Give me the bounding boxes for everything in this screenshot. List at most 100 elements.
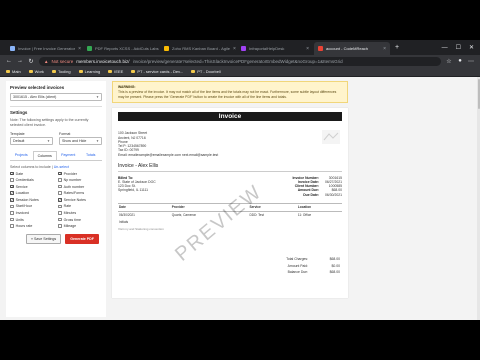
total-label: Total Charges:: [286, 257, 308, 262]
column-checkbox[interactable]: Np number: [58, 178, 102, 182]
checkbox-checked-icon[interactable]: ✓: [58, 171, 62, 176]
tab-payment[interactable]: Payment: [57, 151, 80, 160]
checkbox-empty-icon[interactable]: [10, 204, 14, 209]
checkbox-label: Rates/Forms: [63, 191, 85, 196]
column-checkbox[interactable]: ✓ Session Notes: [10, 198, 54, 202]
reload-icon[interactable]: ↻: [28, 58, 34, 65]
invoice-select[interactable]: 3001615 - Alex Ellis (client) ▼: [10, 93, 102, 101]
browser-tab[interactable]: InfraportalHelpDesk ×: [237, 42, 313, 55]
billed-to: Billed To: E. State of Jackson DOC 123 Do…: [118, 176, 156, 197]
settings-title: Settings: [10, 109, 28, 115]
column-checkbox[interactable]: Hours rate: [10, 224, 54, 228]
checkbox-label: Hours rate: [15, 224, 33, 229]
checkbox-checked-icon[interactable]: ✓: [10, 198, 14, 202]
tab-projects[interactable]: Projects: [10, 151, 33, 160]
new-tab-icon[interactable]: +: [394, 44, 400, 51]
star-icon[interactable]: ☆: [446, 58, 452, 65]
checkbox-checked-icon[interactable]: ✓: [10, 171, 14, 176]
tab-label: PDF Reports XCSS - AddCuts Labs: [95, 46, 159, 51]
minimize-icon[interactable]: —: [442, 45, 448, 51]
close-icon[interactable]: ×: [383, 46, 386, 52]
checkbox-empty-icon[interactable]: [58, 211, 62, 215]
save-settings-button[interactable]: « Save Settings: [26, 234, 62, 245]
unselect-link[interactable]: Un-select: [54, 165, 69, 169]
checkbox-empty-icon[interactable]: [10, 211, 14, 215]
checkbox-checked-icon[interactable]: ✓: [10, 184, 14, 189]
template-select[interactable]: Default ▼: [10, 136, 53, 145]
company-logo-icon: [322, 130, 340, 145]
invoice-meta: Invoice Number: 3001615 Invoice Date: 06/27…: [292, 176, 342, 197]
settings-tabs: Projects Columns Payment Totals: [10, 150, 103, 161]
profile-icon[interactable]: ●: [457, 58, 463, 64]
divider: [118, 171, 342, 172]
checkbox-label: Location: [15, 191, 30, 196]
bookmark-item[interactable]: Work: [28, 69, 44, 74]
url-host: members.invoicetouch.biz/: [76, 58, 130, 64]
line-items-body: 06/30/2021 Quartz, Cameron DDD: Test 11: Of…: [118, 211, 342, 225]
checkbox-empty-icon[interactable]: [58, 204, 62, 209]
checkbox-checked-icon[interactable]: ✓: [58, 198, 62, 202]
column-checkbox[interactable]: ✓ Service: [10, 185, 54, 189]
bookmark-item[interactable]: Learning: [78, 69, 100, 74]
checkbox-empty-icon[interactable]: [58, 224, 62, 229]
browser-tab[interactable]: Invoice | Free Invoice Generator ×: [6, 42, 82, 55]
table-row: 06/30/2021 Quartz, Cameron DDD: Test 11: Of…: [118, 211, 342, 218]
checkbox-checked-icon[interactable]: ✓: [10, 191, 14, 196]
menu-icon[interactable]: ⋯: [468, 58, 474, 65]
back-icon[interactable]: ←: [6, 58, 12, 64]
bookmark-label: IEEE: [114, 69, 124, 74]
template-value: Default: [13, 138, 25, 143]
close-icon[interactable]: ×: [233, 46, 236, 52]
column-checkbox[interactable]: Units: [10, 218, 54, 222]
browser-tab[interactable]: Zoho RMS Kanban Board - Agile ×: [160, 42, 236, 55]
url-input[interactable]: ▲ Not secure members.invoicetouch.biz/ i…: [39, 56, 441, 66]
checkbox-empty-icon[interactable]: [10, 178, 14, 182]
folder-icon: [78, 70, 83, 73]
format-select[interactable]: Show and Hide ▼: [59, 136, 102, 145]
column-checkbox[interactable]: Rate: [58, 204, 102, 208]
checkbox-label: Minutes: [63, 211, 77, 216]
column-checkbox[interactable]: Rates/Forms: [58, 191, 102, 195]
bookmark-item[interactable]: PT - service cards - Dev...: [131, 69, 183, 74]
checkbox-empty-icon[interactable]: [10, 224, 14, 229]
bookmark-item[interactable]: PT - Doorbell: [191, 69, 221, 74]
close-window-icon[interactable]: ✕: [469, 44, 474, 51]
bookmark-item[interactable]: Tooling: [51, 69, 71, 74]
column-checkbox[interactable]: Auth number: [58, 185, 102, 189]
column-checkbox[interactable]: ✓ Location: [10, 191, 54, 195]
column-checkbox[interactable]: ✓ Service Notes: [58, 198, 102, 202]
generate-pdf-button[interactable]: Generate PDF: [65, 234, 99, 245]
bookmark-item[interactable]: IEEE: [108, 69, 123, 74]
column-checkbox[interactable]: Invoiced: [10, 211, 54, 215]
checkbox-empty-icon[interactable]: [58, 191, 62, 196]
scrollbar-thumb[interactable]: [477, 79, 480, 109]
column-checkbox[interactable]: ✓ Date: [10, 172, 54, 176]
column-checkbox[interactable]: ✓ Provider: [58, 172, 102, 176]
column-header: Provider: [170, 202, 249, 212]
close-icon[interactable]: ×: [306, 46, 309, 52]
settings-note: Note: The following settings apply to th…: [10, 117, 89, 127]
security-status[interactable]: Not secure: [51, 59, 73, 64]
browser-tab[interactable]: PDF Reports XCSS - AddCuts Labs×: [83, 42, 159, 55]
billed-to-line: Springfield, IL 11111: [118, 188, 148, 193]
column-checkbox[interactable]: Start/Hour: [10, 204, 54, 208]
column-checkbox[interactable]: Minutes: [58, 211, 102, 215]
column-checkbox[interactable]: Mileage: [58, 224, 102, 228]
checkbox-empty-icon[interactable]: [58, 217, 62, 222]
chevron-down-icon: ▼: [96, 95, 99, 99]
checkbox-label: Gross time: [63, 217, 81, 222]
forward-icon[interactable]: →: [17, 58, 23, 64]
close-icon[interactable]: ×: [78, 46, 81, 52]
checkbox-empty-icon[interactable]: [58, 178, 62, 182]
tab-totals[interactable]: Totals: [80, 151, 103, 160]
checkbox-empty-icon[interactable]: [10, 217, 14, 222]
browser-tab-active[interactable]: account - CodeMReach ×: [314, 42, 390, 55]
column-checkbox[interactable]: Gross time: [58, 218, 102, 222]
checkbox-empty-icon[interactable]: [58, 184, 62, 189]
bookmark-item[interactable]: Main: [6, 69, 21, 74]
settings-panel: Preview selected invoices 3001615 - Alex…: [6, 81, 106, 317]
column-checkbox[interactable]: Credentials: [10, 178, 54, 182]
maximize-icon[interactable]: ☐: [456, 44, 461, 51]
preview-area: WARNING: This is a preview of the invoic…: [112, 81, 348, 320]
tab-columns[interactable]: Columns: [32, 150, 57, 160]
